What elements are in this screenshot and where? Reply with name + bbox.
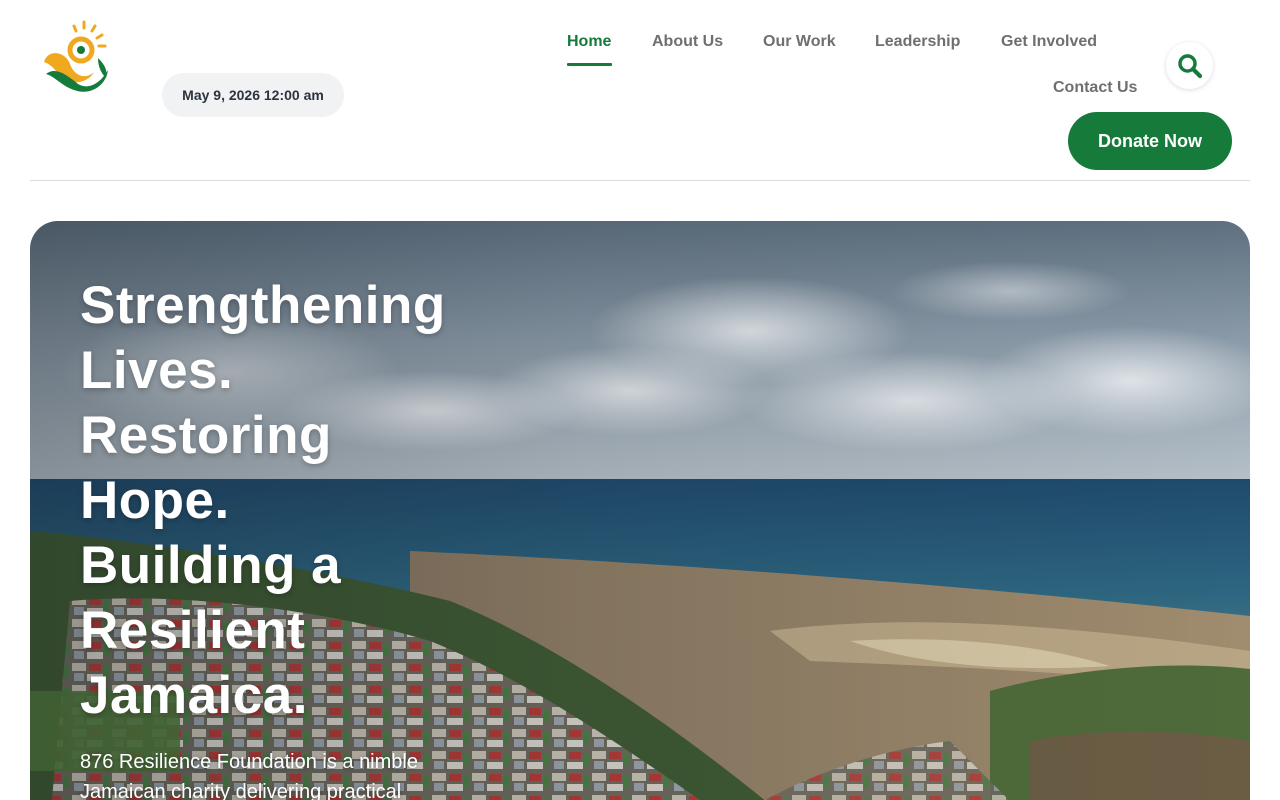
nav-our-work[interactable]: Our Work: [763, 33, 836, 51]
foundation-logo[interactable]: [38, 18, 112, 92]
hero-title-line: Jamaica.: [80, 666, 308, 725]
nav-about-us[interactable]: About Us: [652, 33, 723, 51]
search-button[interactable]: [1166, 42, 1213, 89]
hero-title-line: Hope.: [80, 471, 230, 530]
search-icon: [1177, 53, 1202, 78]
hero-title-line: Lives.: [80, 341, 234, 400]
hero-title-line: Resilient: [80, 601, 306, 660]
nav-leadership[interactable]: Leadership: [875, 33, 960, 51]
hero-banner: Strengthening Lives. Restoring Hope. Bui…: [30, 221, 1250, 800]
nav-active-indicator: [567, 63, 612, 66]
header-divider: [30, 180, 1250, 181]
hero-description: 876 Resilience Foundation is a nimble Ja…: [80, 751, 418, 800]
nav-home[interactable]: Home: [567, 33, 611, 51]
site-header: May 9, 2026 12:00 am Home About Us Our W…: [0, 0, 1280, 181]
hero-title-line: Building a: [80, 536, 342, 595]
nav-get-involved[interactable]: Get Involved: [1001, 33, 1097, 51]
donate-now-button[interactable]: Donate Now: [1068, 112, 1232, 170]
hero-title: Strengthening Lives. Restoring Hope. Bui…: [80, 273, 520, 728]
nav-contact-us[interactable]: Contact Us: [1053, 79, 1137, 97]
date-display: May 9, 2026 12:00 am: [162, 73, 344, 117]
hero-title-line: Strengthening: [80, 276, 446, 335]
hero-title-line: Restoring: [80, 406, 332, 465]
